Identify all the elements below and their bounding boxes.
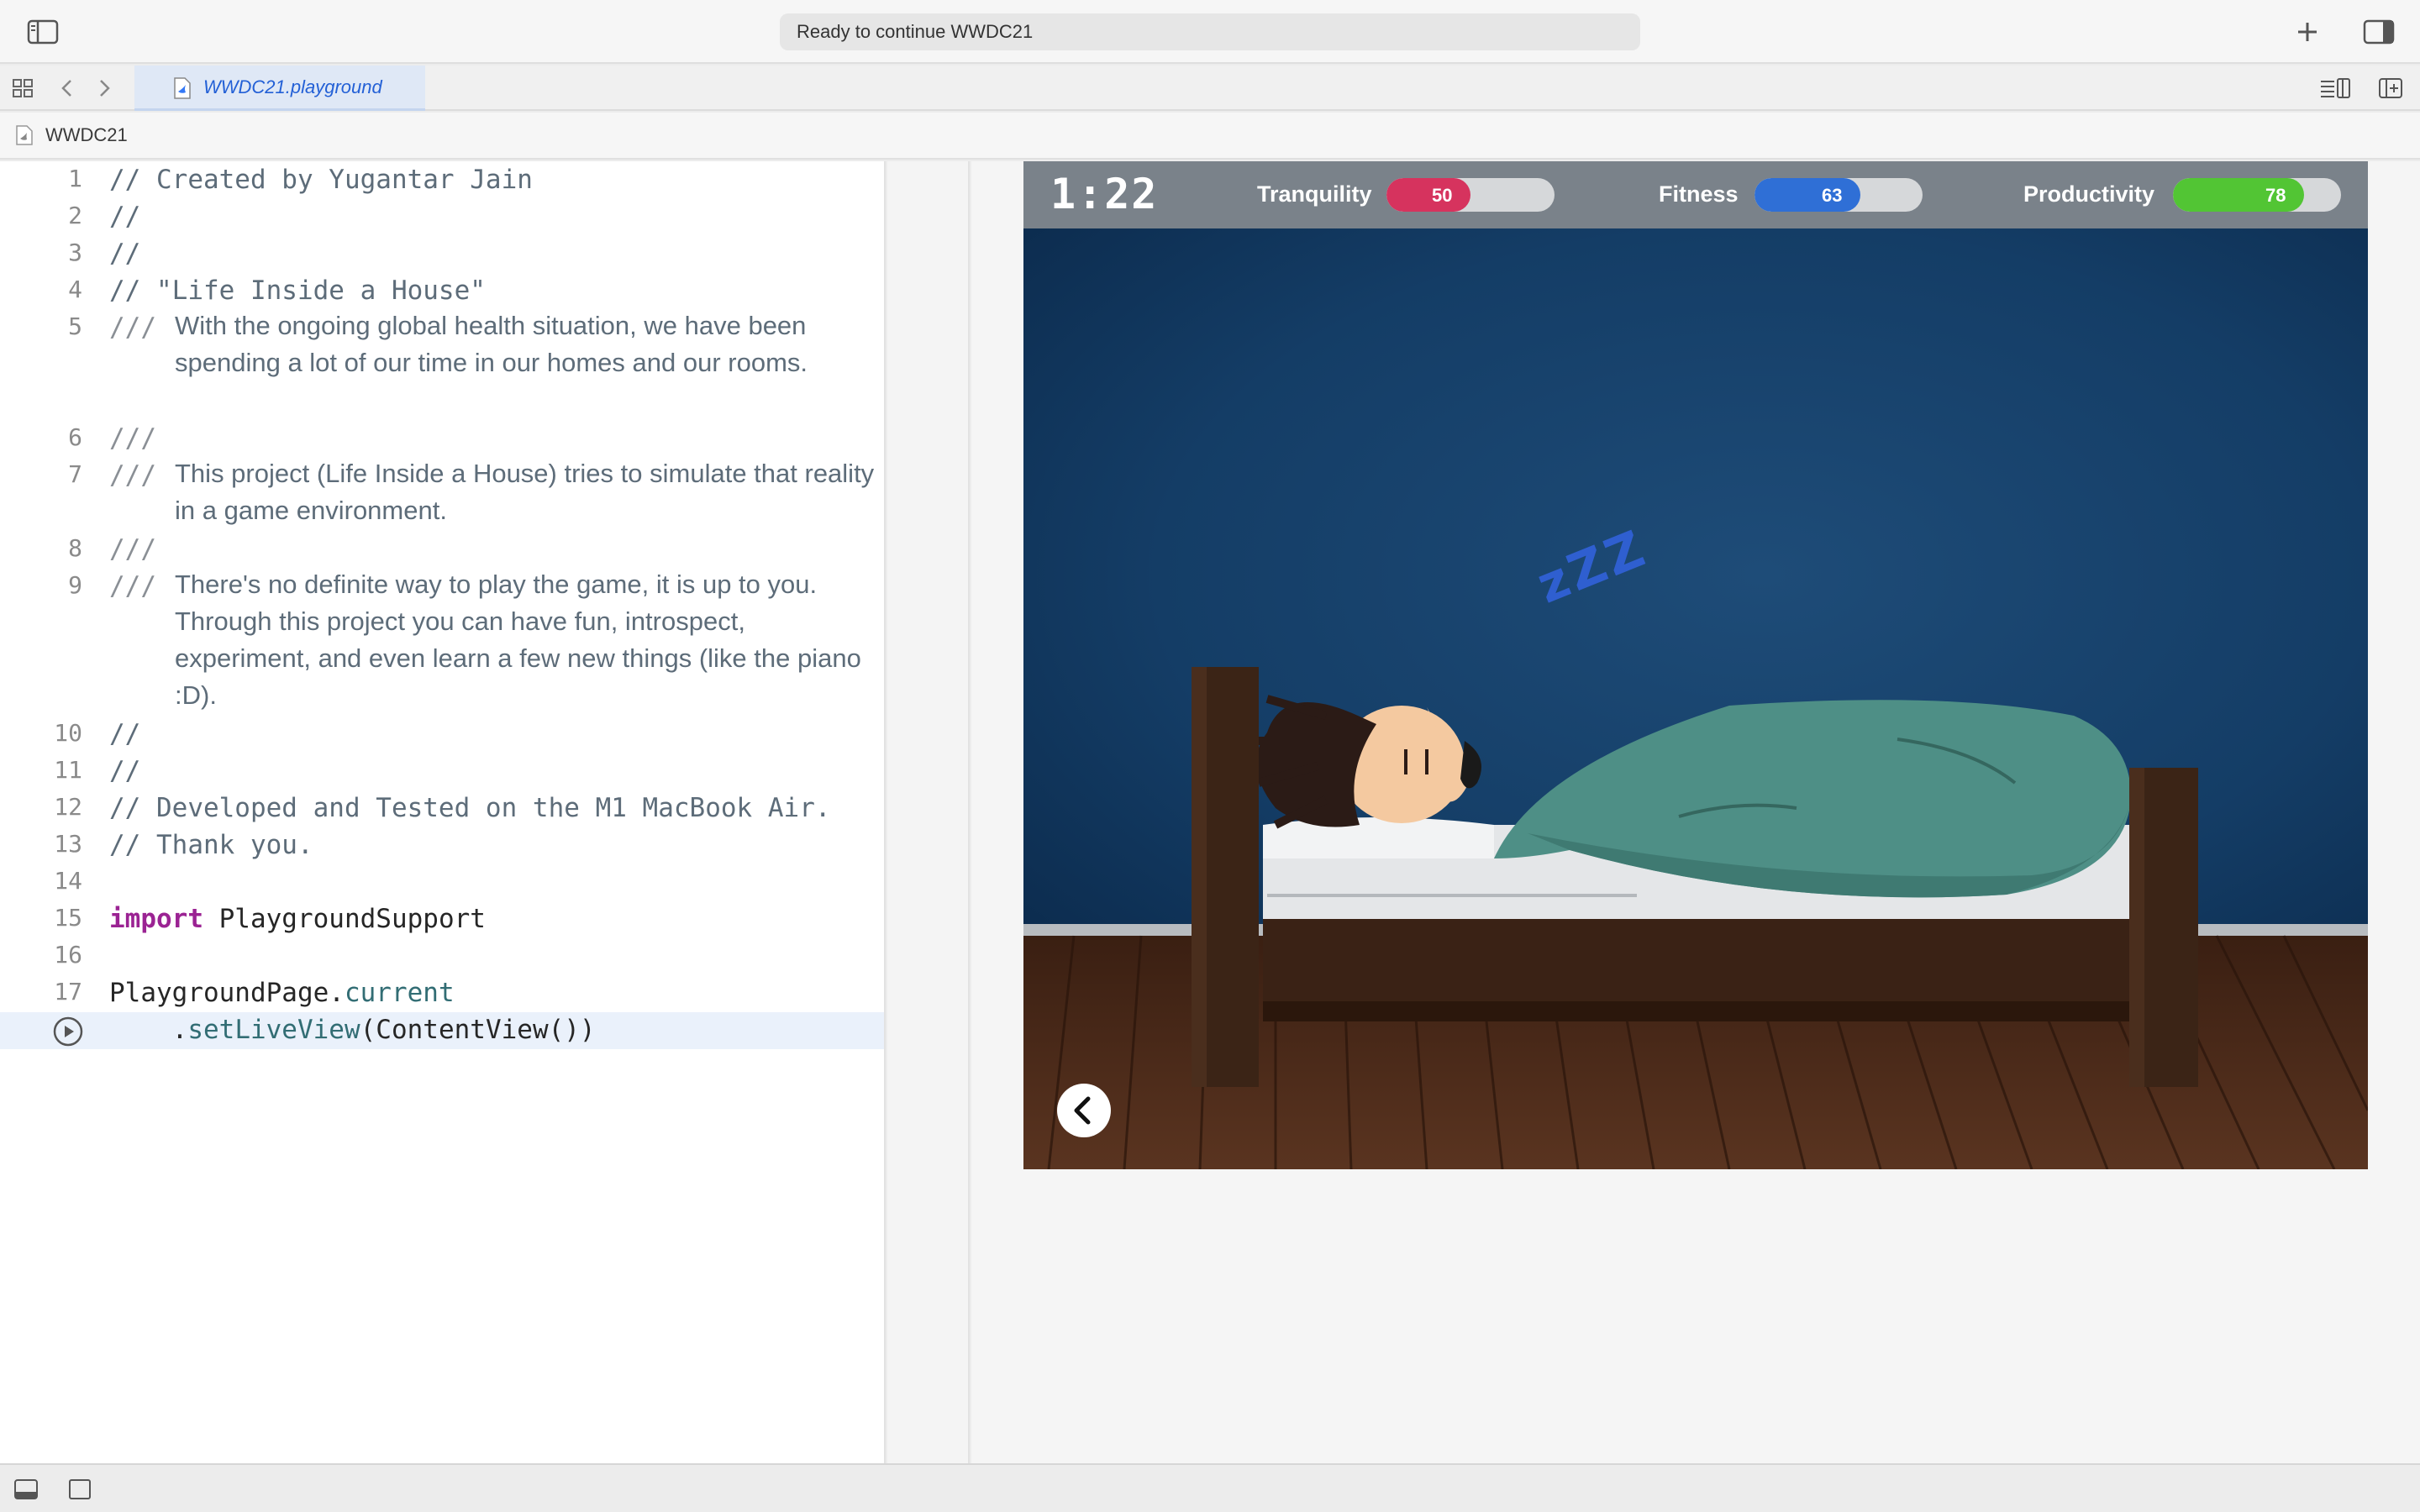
breadcrumb-item-wwdc21[interactable]: WWDC21 — [45, 124, 128, 146]
doc-comment-marker: /// — [109, 312, 156, 343]
sidebar-left-icon[interactable] — [25, 15, 62, 49]
indent-dot: . — [109, 1015, 188, 1045]
comment-text: // Developed and Tested on the M1 MacBoo… — [109, 793, 831, 823]
doc-comment-marker: /// — [109, 534, 156, 564]
doc-comment-marker: /// — [109, 423, 156, 454]
breadcrumb: WWDC21 — [0, 113, 2420, 160]
member-name: current — [344, 978, 455, 1008]
tab-bar: WWDC21.playground — [0, 66, 2420, 111]
module-name: PlaygroundSupport — [203, 904, 486, 934]
chevron-right-icon[interactable] — [92, 76, 116, 100]
tab-label: WWDC21.playground — [203, 76, 382, 97]
doc-comment-text: With the ongoing global health situation… — [175, 311, 808, 377]
hud-bar: 1:22 Tranquility 50 Fitness 63 Productiv… — [1023, 161, 2368, 228]
sleep-indicator: zZZ — [1529, 518, 1655, 615]
minimap — [887, 161, 970, 1463]
stat-value-productivity: 78 — [2265, 185, 2286, 206]
comment-text: // — [109, 202, 141, 232]
type-name: PlaygroundPage. — [109, 978, 345, 1008]
line-number: 14 — [54, 867, 82, 895]
line-number: 12 — [54, 793, 82, 821]
stat-bar-tranquility: 50 — [1386, 178, 1555, 212]
live-view: zZZ 1:22 Tranquility 50 Fitness 63 Produ… — [971, 161, 2420, 1463]
stat-label-productivity: Productivity — [2023, 181, 2155, 207]
comment-text: // — [109, 756, 141, 786]
line-number: 10 — [54, 719, 82, 747]
back-arrow-icon — [1074, 1096, 1091, 1125]
stat-fill-tranquility — [1386, 178, 1470, 212]
stat-label-fitness: Fitness — [1659, 181, 1739, 207]
back-button[interactable] — [1057, 1084, 1111, 1137]
line-number: 7 — [68, 460, 82, 488]
keyword-import: import — [109, 904, 203, 934]
game-scene[interactable]: zZZ 1:22 Tranquility 50 Fitness 63 Produ… — [1023, 161, 2368, 1169]
line-number: 9 — [68, 571, 82, 599]
comment-text: // — [109, 239, 141, 269]
call-arguments: (ContentView()) — [360, 1015, 596, 1045]
comment-text: // — [109, 719, 141, 749]
line-number: 11 — [54, 756, 82, 784]
add-icon[interactable] — [2289, 15, 2326, 49]
source-editor[interactable]: 1 // Created by Yugantar Jain 2 // 3 // … — [0, 161, 886, 1463]
stat-value-fitness: 63 — [1822, 185, 1843, 206]
bedroom-scene — [1023, 228, 2368, 1169]
line-number: 3 — [68, 239, 82, 266]
editor-options-icon[interactable] — [2319, 76, 2350, 100]
stat-value-tranquility: 50 — [1432, 185, 1453, 206]
run-icon[interactable] — [52, 1016, 84, 1047]
sidebar-right-icon[interactable] — [2361, 15, 2398, 49]
console-icon[interactable] — [67, 1477, 92, 1502]
swift-file-icon — [173, 77, 192, 99]
debug-area-icon[interactable] — [13, 1477, 39, 1502]
doc-comment-marker: /// — [109, 460, 156, 491]
grid-icon[interactable] — [12, 76, 35, 100]
line-number: 2 — [68, 202, 82, 229]
stat-label-tranquility: Tranquility — [1257, 181, 1372, 207]
activity-view: Ready to continue WWDC21 — [780, 13, 1640, 50]
doc-comment-text: This project (Life Inside a House) tries… — [175, 459, 875, 525]
doc-comment-marker: /// — [109, 571, 156, 601]
tab-wwdc21-playground[interactable]: WWDC21.playground — [134, 66, 425, 111]
line-number: 16 — [54, 941, 82, 969]
debug-bar — [0, 1463, 2420, 1512]
line-number: 8 — [68, 534, 82, 562]
line-number: 4 — [68, 276, 82, 303]
game-timer: 1:22 — [1050, 170, 1159, 218]
line-number: 13 — [54, 830, 82, 858]
stat-bar-productivity: 78 — [2173, 178, 2341, 212]
chevron-left-icon[interactable] — [55, 76, 79, 100]
doc-comment-text: There's no definite way to play the game… — [175, 570, 861, 710]
line-number: 15 — [54, 904, 82, 932]
stat-bar-fitness: 63 — [1754, 178, 1923, 212]
line-number: 5 — [68, 312, 82, 340]
comment-text: // Created by Yugantar Jain — [109, 165, 533, 195]
add-editor-icon[interactable] — [2378, 76, 2402, 100]
line-number: 1 — [68, 165, 82, 192]
swift-file-icon — [15, 125, 34, 145]
line-number: 6 — [68, 423, 82, 451]
line-number: 17 — [54, 978, 82, 1005]
comment-text: // Thank you. — [109, 830, 313, 860]
stat-fill-fitness — [1754, 178, 1860, 212]
toolbar: Ready to continue WWDC21 — [0, 0, 2420, 64]
method-name: setLiveView — [187, 1015, 360, 1045]
comment-text: // "Life Inside a House" — [109, 276, 486, 306]
